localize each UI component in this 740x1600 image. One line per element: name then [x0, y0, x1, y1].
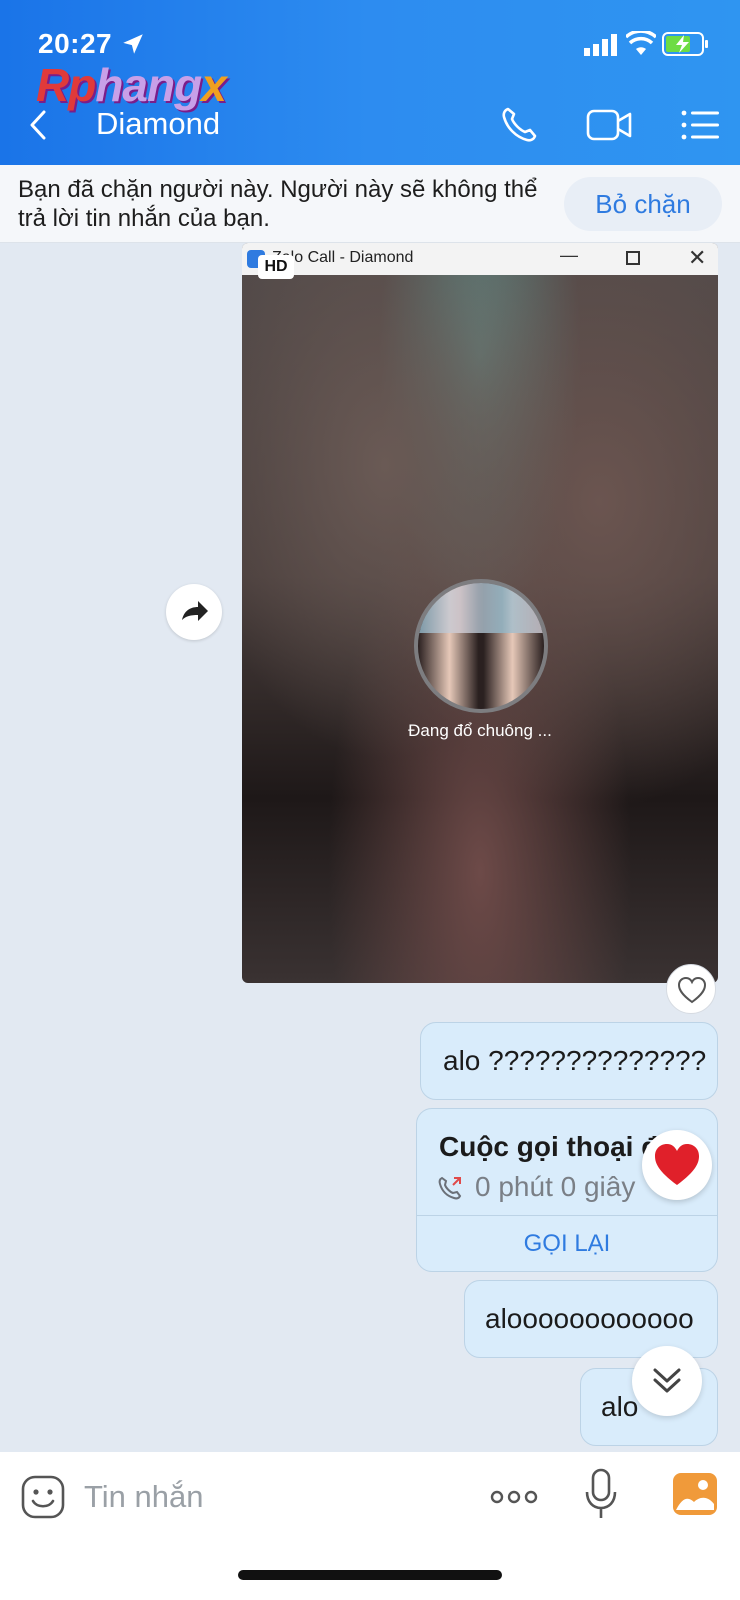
heart-outline-icon	[677, 976, 707, 1004]
image-icon[interactable]	[672, 1472, 718, 1516]
minimize-icon: —	[560, 245, 578, 265]
list-menu-icon[interactable]	[680, 108, 720, 142]
maximize-icon	[626, 251, 640, 265]
chat-title[interactable]: Diamond	[96, 106, 220, 142]
scroll-to-bottom-button[interactable]	[632, 1346, 702, 1416]
location-arrow-icon	[123, 34, 143, 54]
video-camera-icon[interactable]	[586, 106, 632, 144]
callback-button[interactable]: GỌI LẠI	[417, 1216, 717, 1271]
signal-icon	[584, 34, 617, 56]
unblock-button[interactable]: Bỏ chặn	[564, 177, 722, 231]
blocked-banner-text: Bạn đã chặn người này. Người này sẽ khôn…	[18, 176, 538, 232]
call-screenshot-image[interactable]: Zalo Call - Diamond — ✕ HD Đang đổ chuôn…	[242, 243, 718, 983]
message-input-bar	[0, 1452, 740, 1600]
call-window-titlebar: Zalo Call - Diamond — ✕	[242, 243, 718, 275]
reaction-heart-button[interactable]	[642, 1130, 712, 1200]
hd-badge: HD	[258, 255, 294, 279]
logo-part-1: Rp	[36, 59, 96, 111]
call-log-title: Cuộc gọi thoại đi	[439, 1131, 667, 1162]
message-bubble[interactable]: alo ??????????????	[420, 1022, 718, 1100]
logo-part-3: x	[201, 59, 227, 111]
double-chevron-down-icon	[653, 1368, 681, 1393]
status-time: 20:27	[38, 28, 113, 59]
watermark-logo: Rphangx	[36, 58, 227, 112]
ringing-status: Đang đổ chuông ...	[408, 721, 552, 740]
blocked-banner: Bạn đã chặn người này. Người này sẽ khôn…	[0, 165, 740, 243]
mic-icon[interactable]	[584, 1468, 618, 1520]
chat-header: 20:27 Rphangx Diamond	[0, 0, 740, 165]
forward-arrow-icon	[182, 601, 208, 621]
wifi-icon	[626, 31, 656, 55]
outgoing-call-icon	[438, 1176, 462, 1200]
close-icon: ✕	[688, 245, 707, 270]
home-indicator	[238, 1570, 502, 1580]
more-icon[interactable]	[490, 1482, 538, 1512]
message-input[interactable]	[84, 1470, 464, 1524]
phone-icon[interactable]	[500, 106, 538, 144]
share-forward-button[interactable]	[166, 584, 222, 640]
call-duration: 0 phút 0 giây	[475, 1171, 636, 1202]
emoji-icon[interactable]	[20, 1474, 66, 1520]
heart-icon	[655, 1144, 699, 1185]
battery-icon	[662, 32, 708, 56]
avatar	[414, 579, 548, 713]
back-icon[interactable]	[22, 108, 56, 142]
like-button[interactable]	[666, 964, 716, 1014]
logo-part-2: hang	[95, 59, 202, 111]
